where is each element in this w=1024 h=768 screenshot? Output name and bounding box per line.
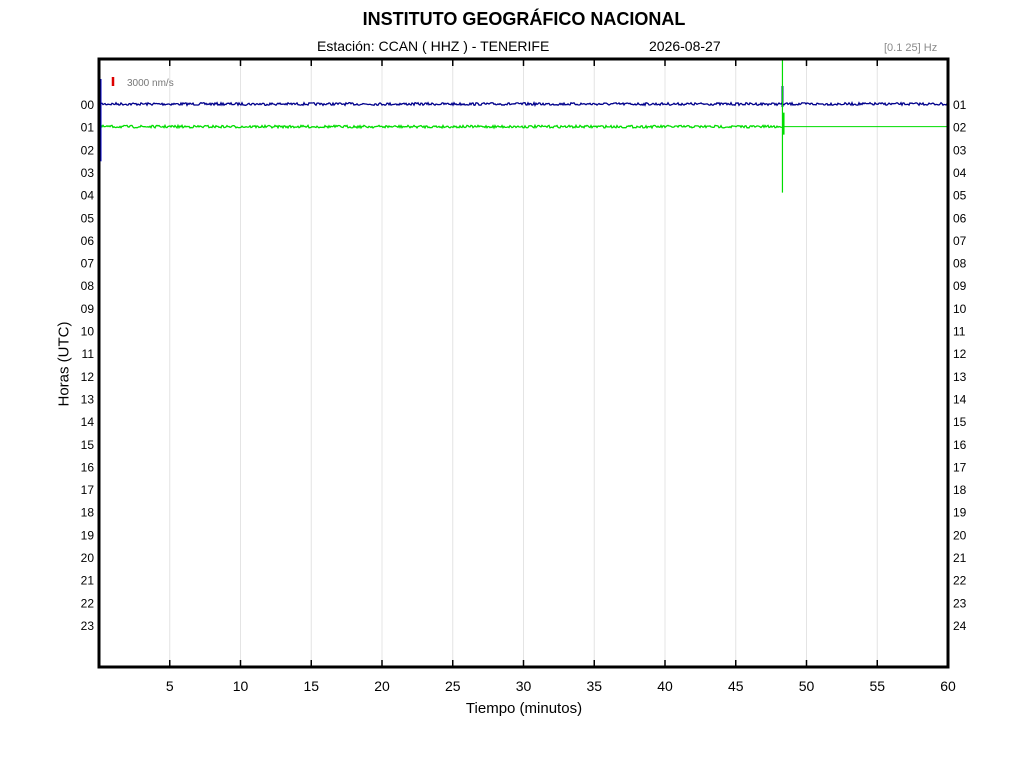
- y-tick-label-right: 13: [953, 370, 967, 384]
- x-tick-label: 5: [166, 678, 174, 694]
- y-tick-label-right: 07: [953, 234, 967, 248]
- y-tick-label-left: 10: [81, 325, 95, 339]
- y-tick-label-left: 08: [81, 279, 95, 293]
- y-tick-label-left: 02: [81, 143, 95, 157]
- y-tick-label-right: 08: [953, 257, 967, 271]
- scale-bar-label: 3000 nm/s: [127, 78, 174, 89]
- y-tick-label-left: 06: [81, 234, 95, 248]
- x-tick-label: 10: [233, 678, 249, 694]
- x-tick-label: 15: [303, 678, 319, 694]
- x-tick-label: 45: [728, 678, 744, 694]
- y-tick-label-left: 18: [81, 506, 95, 520]
- y-tick-label-left: 22: [81, 596, 95, 610]
- x-tick-label: 35: [586, 678, 602, 694]
- y-tick-label-left: 11: [82, 347, 95, 361]
- x-tick-label: 60: [940, 678, 956, 694]
- y-tick-label-right: 14: [953, 392, 967, 406]
- y-tick-label-left: 14: [81, 415, 95, 429]
- y-tick-label-right: 17: [953, 460, 967, 474]
- y-tick-label-left: 01: [81, 121, 95, 135]
- y-tick-label-right: 03: [953, 143, 967, 157]
- y-tick-label-left: 21: [81, 574, 95, 588]
- x-tick-label: 40: [657, 678, 673, 694]
- y-tick-label-left: 19: [81, 528, 95, 542]
- y-tick-label-left: 23: [81, 619, 95, 633]
- y-tick-label-left: 13: [81, 392, 95, 406]
- y-tick-label-right: 16: [953, 438, 967, 452]
- y-tick-label-right: 20: [953, 528, 967, 542]
- x-tick-label: 20: [374, 678, 390, 694]
- y-tick-label-right: 09: [953, 279, 967, 293]
- y-tick-label-left: 05: [81, 211, 95, 225]
- y-tick-label-left: 04: [81, 189, 95, 203]
- y-tick-label-right: 21: [953, 551, 967, 565]
- y-tick-label-right: 23: [953, 596, 967, 610]
- y-tick-label-left: 03: [81, 166, 95, 180]
- y-tick-label-right: 22: [953, 574, 967, 588]
- y-tick-label-right: 01: [953, 98, 967, 112]
- seismogram-plot: 3000 nm/s 5 10 15 20 25 30 35 40 45 50 55 60 00 01 02 03…: [81, 57, 967, 694]
- y-tick-label-left: 12: [81, 370, 95, 384]
- y-tick-label-right: 19: [953, 506, 967, 520]
- x-tick-label: 25: [445, 678, 461, 694]
- y-tick-label-right: 24: [953, 619, 967, 633]
- y-tick-label-right: 02: [953, 121, 967, 135]
- y-tick-label-left: 09: [81, 302, 95, 316]
- y-tick-label-right: 15: [953, 415, 967, 429]
- y-tick-label-left: 20: [81, 551, 95, 565]
- y-tick-label-right: 06: [953, 211, 967, 225]
- y-tick-label-left: 07: [81, 257, 95, 271]
- y-tick-label-right: 10: [953, 302, 967, 316]
- y-tick-label-left: 17: [81, 483, 95, 497]
- y-tick-label-right: 12: [953, 347, 967, 361]
- x-tick-label: 55: [869, 678, 885, 694]
- y-tick-label-left: 16: [81, 460, 95, 474]
- y-tick-label-left: 00: [81, 98, 95, 112]
- x-tick-label: 30: [516, 678, 532, 694]
- y-tick-label-right: 05: [953, 189, 967, 203]
- y-tick-label-right: 04: [953, 166, 967, 180]
- trace-hour-01: [98, 123, 783, 130]
- x-tick-label: 50: [799, 678, 815, 694]
- y-tick-label-left: 15: [81, 438, 95, 452]
- y-tick-label-right: 11: [953, 325, 966, 339]
- y-tick-label-right: 18: [953, 483, 967, 497]
